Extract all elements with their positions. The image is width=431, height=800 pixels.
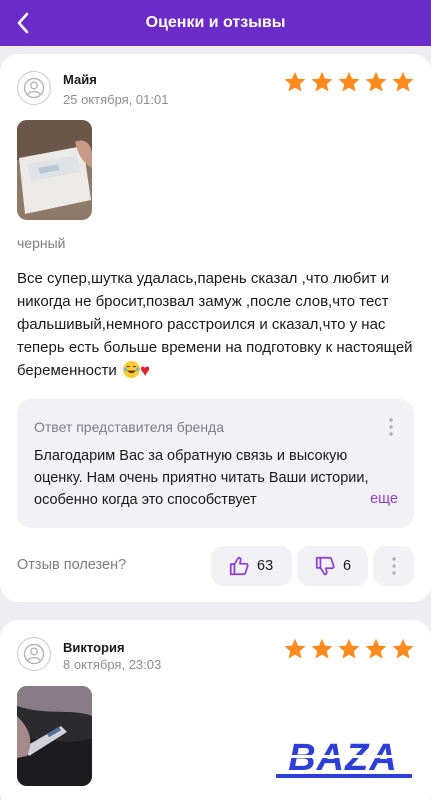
like-count: 63 xyxy=(257,558,274,574)
star-icon xyxy=(392,638,414,659)
chevron-left-icon xyxy=(17,12,29,34)
more-vertical-icon[interactable] xyxy=(388,417,394,437)
more-vertical-icon xyxy=(391,557,396,575)
star-icon xyxy=(284,638,306,659)
laughing-emoji-icon xyxy=(122,361,140,378)
baza-watermark-logo: BAZA xyxy=(276,738,412,779)
star-icon xyxy=(338,71,360,92)
review-text-body: Все супер,шутка удалась,парень сказал ,ч… xyxy=(17,270,413,379)
heart-emoji-icon: ♥ xyxy=(139,361,151,380)
star-icon xyxy=(392,71,414,92)
star-icon xyxy=(284,71,306,92)
svg-text:BAZA: BAZA xyxy=(288,738,398,779)
star-icon xyxy=(338,638,360,659)
brand-reply: Ответ представителя бренда Благодарим Ва… xyxy=(17,399,414,528)
star-icon xyxy=(311,638,333,659)
review-author: Виктория xyxy=(63,640,125,655)
star-icon xyxy=(311,71,333,92)
review-date: 25 октября, 01:01 xyxy=(63,92,169,107)
review-photo-image xyxy=(17,120,92,220)
user-icon xyxy=(23,77,45,99)
brand-reply-title: Ответ представителя бренда xyxy=(34,419,225,435)
review-date: 8 октября, 23:03 xyxy=(63,657,162,672)
review-author: Майя xyxy=(63,72,97,87)
rating-stars xyxy=(283,637,415,661)
user-icon xyxy=(23,643,45,665)
review-more-button[interactable] xyxy=(373,546,414,586)
avatar xyxy=(17,637,51,671)
product-variant: черный xyxy=(17,235,66,251)
review-photo-image xyxy=(17,686,92,786)
back-button[interactable] xyxy=(4,4,42,42)
thumbs-down-icon xyxy=(315,556,335,576)
avatar xyxy=(17,71,51,105)
expand-reply-link[interactable]: еще xyxy=(370,491,398,507)
helpful-label: Отзыв полезен? xyxy=(17,557,127,573)
page-title: Оценки и отзывы xyxy=(145,14,286,31)
like-button[interactable]: 63 xyxy=(211,546,292,586)
brand-reply-text: Благодарим Вас за обратную связь и высок… xyxy=(34,448,369,508)
review-photo[interactable] xyxy=(17,120,92,220)
dislike-button[interactable]: 6 xyxy=(297,546,368,586)
star-icon xyxy=(365,638,387,659)
review-text: Все супер,шутка удалась,парень сказал ,ч… xyxy=(17,267,419,382)
rating-stars xyxy=(283,70,415,94)
dislike-count: 6 xyxy=(343,558,352,574)
review-photo[interactable] xyxy=(17,686,92,786)
review-card: Майя 25 октября, 01:01 черный Все супер,… xyxy=(0,54,431,602)
top-bar: Оценки и отзывы xyxy=(0,0,431,46)
star-icon xyxy=(365,71,387,92)
thumbs-up-icon xyxy=(229,556,249,576)
